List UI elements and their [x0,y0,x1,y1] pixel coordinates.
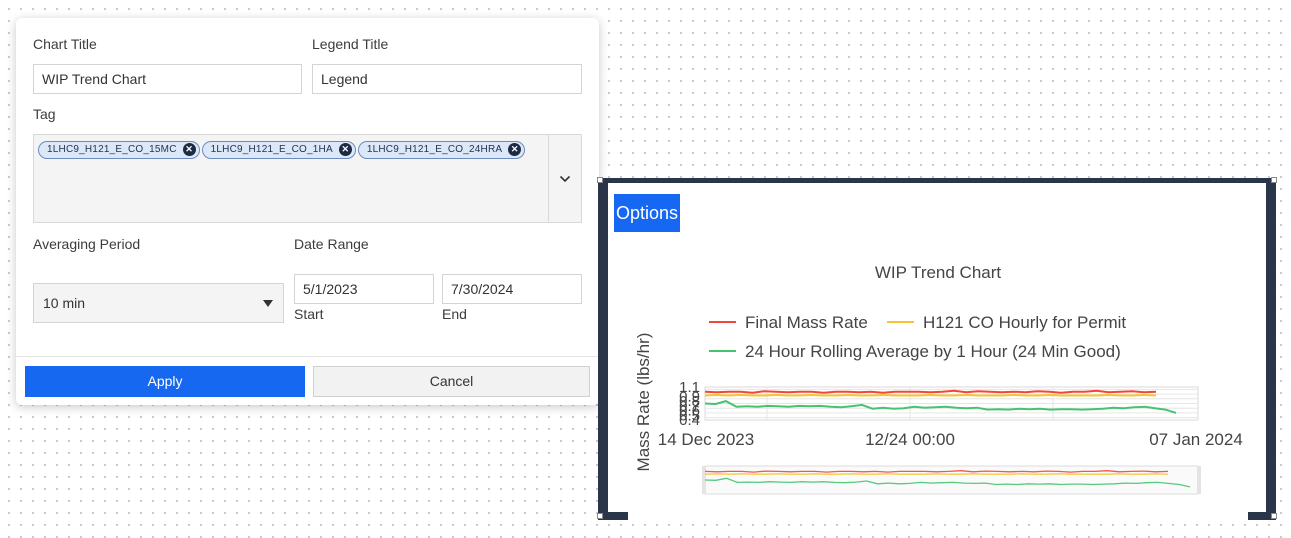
tag-dropdown-toggle[interactable] [548,134,582,223]
resize-handle[interactable] [1271,513,1277,519]
resize-handle[interactable] [597,177,603,183]
start-date-input[interactable] [294,274,434,304]
legend-title-label: Legend Title [312,36,389,52]
date-range-label: Date Range [294,236,369,252]
resize-handle[interactable] [597,513,603,519]
tag-chip-label: 1LHC9_H121_E_CO_24HRA [366,144,503,155]
resize-handle[interactable] [1271,177,1277,183]
remove-tag-icon[interactable]: ✕ [182,143,196,156]
remove-tag-icon[interactable]: ✕ [508,143,522,156]
end-date-input[interactable] [442,274,582,304]
chevron-down-icon [559,175,571,182]
tag-multiselect[interactable]: 1LHC9_H121_E_CO_15MC ✕ 1LHC9_H121_E_CO_1… [33,134,549,223]
chart-options-popover: Chart Title Legend Title Tag 1LHC9_H121_… [16,18,599,405]
cancel-button[interactable]: Cancel [313,366,590,397]
averaging-period-label: Averaging Period [33,236,141,252]
tag-chip: 1LHC9_H121_E_CO_15MC ✕ [38,140,200,159]
averaging-period-value: 10 min [43,295,86,311]
options-button[interactable]: Options [614,194,680,232]
apply-button[interactable]: Apply [25,366,305,397]
tag-chip: 1LHC9_H121_E_CO_1HA ✕ [201,140,356,159]
tag-chip-label: 1LHC9_H121_E_CO_15MC [47,144,177,155]
start-label: Start [294,306,324,322]
tag-chip-label: 1LHC9_H121_E_CO_1HA [210,144,333,155]
legend-title-input[interactable] [312,64,582,94]
divider [16,356,599,357]
caret-down-icon [263,300,273,307]
chart-title-input[interactable] [33,64,302,94]
chart-title-label: Chart Title [33,36,97,52]
remove-tag-icon[interactable]: ✕ [338,143,352,156]
tag-chip: 1LHC9_H121_E_CO_24HRA ✕ [357,140,526,159]
chart-widget[interactable] [598,178,1276,516]
end-label: End [442,306,467,322]
tag-label: Tag [33,106,56,122]
averaging-period-select[interactable]: 10 min [33,283,284,323]
